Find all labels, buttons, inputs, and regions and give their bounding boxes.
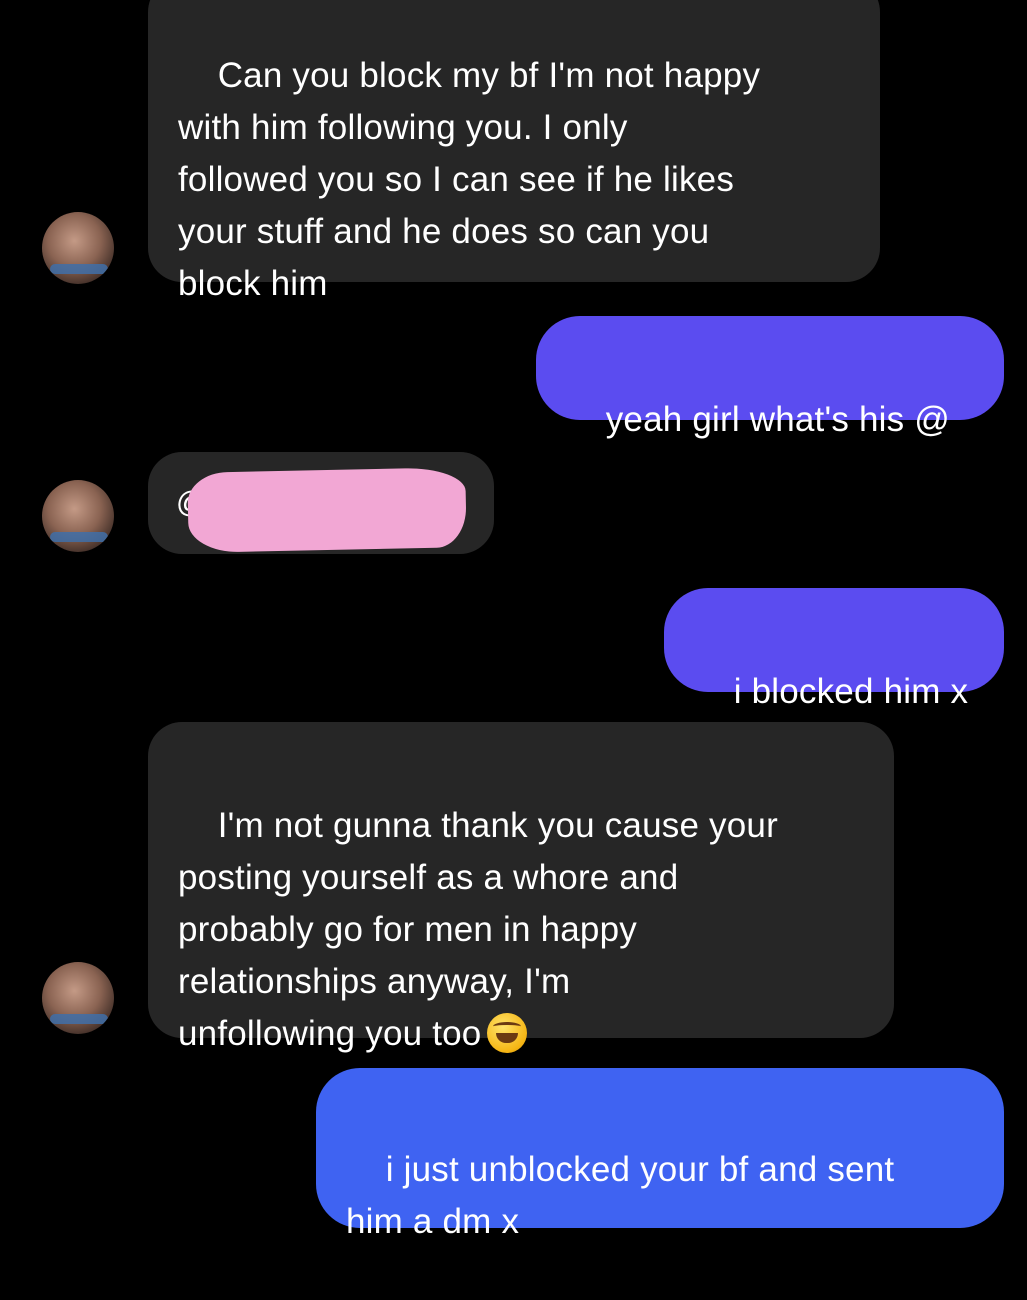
sender-avatar[interactable] — [42, 480, 114, 552]
outgoing-message-bubble[interactable]: i just unblocked your bf and sent him a … — [316, 1068, 1004, 1241]
message-text: Can you block my bf I'm not happy with h… — [178, 56, 761, 303]
message-text: I'm not gunna thank you cause your posti… — [178, 806, 778, 1053]
rolling-on-floor-laughing-emoji-icon — [487, 1013, 528, 1053]
outgoing-message-bubble[interactable]: yeah girl what's his @ — [536, 316, 1004, 439]
incoming-message-bubble[interactable]: Can you block my bf I'm not happy with h… — [148, 0, 880, 303]
message-text: i just unblocked your bf and sent him a … — [346, 1150, 895, 1241]
message-text: yeah girl what's his @ — [605, 400, 950, 439]
sender-avatar[interactable] — [42, 212, 114, 284]
outgoing-message-bubble[interactable]: i blocked him x — [664, 588, 1004, 711]
redaction-mark — [187, 467, 467, 553]
incoming-message-bubble[interactable]: I'm not gunna thank you cause your posti… — [148, 722, 894, 1053]
message-thread: Can you block my bf I'm not happy with h… — [0, 0, 1027, 1241]
sender-avatar[interactable] — [42, 962, 114, 1034]
message-text: i blocked him x — [733, 672, 969, 711]
